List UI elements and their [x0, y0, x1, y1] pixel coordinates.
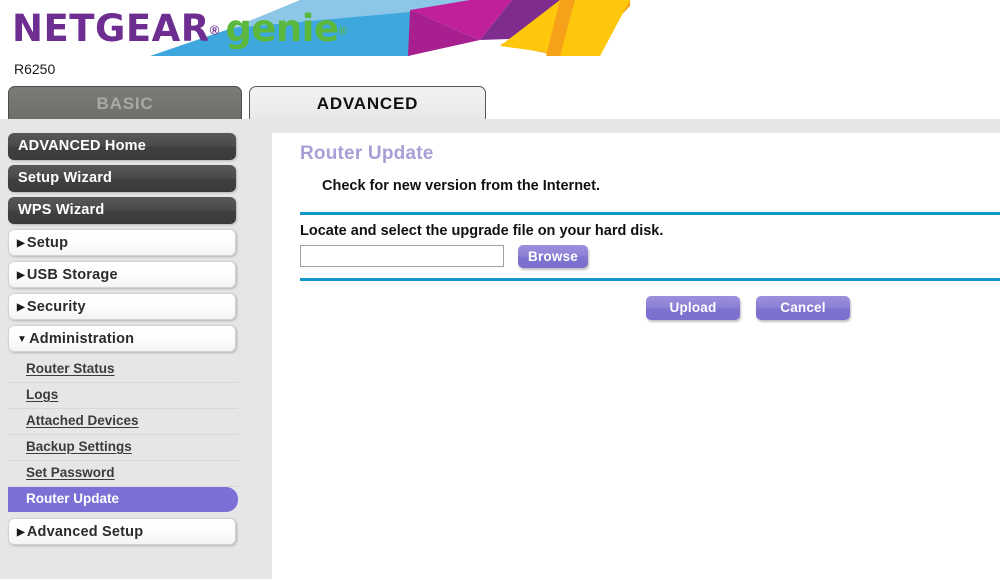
submenu-item-router-status[interactable]: Router Status [8, 357, 238, 383]
submenu-item-label: Backup Settings [26, 439, 132, 454]
submenu-item-label: Logs [26, 387, 59, 402]
logo-genie-text: genie [225, 7, 339, 50]
submenu-item-logs[interactable]: Logs [8, 383, 238, 409]
submenu-item-backup-settings[interactable]: Backup Settings [8, 435, 238, 461]
sidebar-item-usb-storage[interactable]: ▶ USB Storage [8, 261, 236, 288]
logo-registered-mark: ® [209, 22, 220, 38]
logo-genie-registered-mark: ® [338, 25, 347, 38]
submenu-item-set-password[interactable]: Set Password [8, 461, 238, 487]
sidebar-item-wps-wizard[interactable]: WPS Wizard [8, 197, 236, 224]
submenu-item-label: Router Update [26, 491, 120, 506]
submenu-item-label: Attached Devices [26, 413, 139, 428]
logo-netgear-text: NETGEAR [12, 7, 210, 50]
cancel-button[interactable]: Cancel [756, 296, 850, 320]
sidebar-item-administration[interactable]: ▼ Administration [8, 325, 236, 352]
chevron-right-icon: ▶ [17, 238, 25, 249]
submenu-item-attached-devices[interactable]: Attached Devices [8, 409, 238, 435]
upload-button[interactable]: Upload [646, 296, 740, 320]
chevron-right-icon: ▶ [17, 527, 25, 538]
browse-button[interactable]: Browse [518, 245, 588, 268]
sidebar-item-label: WPS Wizard [18, 202, 105, 218]
sidebar-item-security[interactable]: ▶ Security [8, 293, 236, 320]
section-divider-middle [300, 278, 1000, 281]
sidebar-item-label: ADVANCED Home [18, 138, 147, 154]
sidebar-item-label: Setup [26, 235, 69, 251]
chevron-down-icon: ▼ [17, 334, 28, 345]
tab-advanced[interactable]: ADVANCED [249, 86, 486, 120]
submenu-item-label: Router Status [26, 361, 115, 376]
submenu-item-label: Set Password [26, 465, 115, 480]
page-title: Router Update [300, 143, 434, 164]
locate-file-instruction: Locate and select the upgrade file on yo… [300, 223, 664, 239]
main-tab-bar: BASIC ADVANCED [0, 86, 1000, 120]
firmware-file-input[interactable] [300, 245, 504, 267]
section-divider-top [300, 212, 1000, 215]
administration-submenu: Router Status Logs Attached Devices Back… [8, 357, 238, 512]
main-content-panel: Router Update Check for new version from… [272, 133, 1000, 579]
sidebar-item-setup-wizard[interactable]: Setup Wizard [8, 165, 236, 192]
check-new-version-text: Check for new version from the Internet. [322, 178, 600, 194]
router-model-label: R6250 [14, 61, 56, 77]
submenu-item-router-update[interactable]: Router Update [8, 487, 238, 512]
sidebar-item-advanced-setup[interactable]: ▶ Advanced Setup [8, 518, 236, 545]
sidebar-item-label: Advanced Setup [26, 524, 144, 540]
sidebar-item-label: Administration [29, 331, 135, 347]
page-header: NETGEAR® genie® R6250 [0, 0, 1000, 88]
sidebar-item-setup[interactable]: ▶ Setup [8, 229, 236, 256]
sidebar-item-label: USB Storage [26, 267, 118, 283]
chevron-right-icon: ▶ [17, 302, 25, 313]
sidebar-item-label: Setup Wizard [18, 170, 113, 186]
chevron-right-icon: ▶ [17, 270, 25, 281]
netgear-genie-logo: NETGEAR® genie® [12, 10, 347, 47]
sidebar-item-label: Security [26, 299, 86, 315]
tab-basic[interactable]: BASIC [8, 86, 242, 120]
sidebar-item-advanced-home[interactable]: ADVANCED Home [8, 133, 236, 160]
sidebar-navigation: ADVANCED Home Setup Wizard WPS Wizard ▶ S… [0, 119, 272, 579]
